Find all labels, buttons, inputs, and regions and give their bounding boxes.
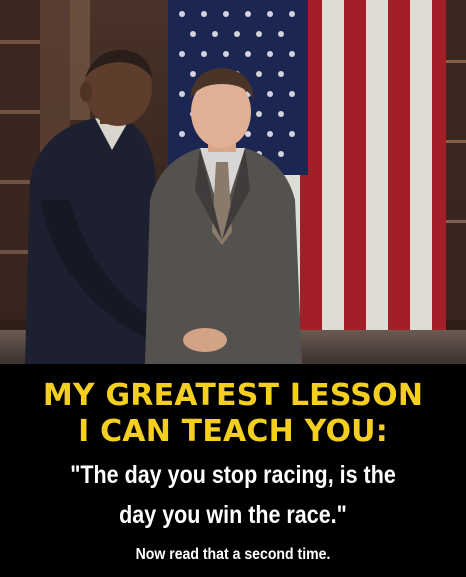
quote-line-1: "The day you stop racing, is the (70, 461, 396, 489)
photo-illustration (0, 0, 466, 364)
caption-panel: MY GREATEST LESSON I CAN TEACH YOU: "The… (0, 364, 466, 577)
photo (0, 0, 466, 364)
headline-line-1: MY GREATEST LESSON (42, 378, 424, 413)
right-shelving (445, 0, 466, 320)
post-card: MY GREATEST LESSON I CAN TEACH YOU: "The… (0, 0, 466, 577)
quote-line-2: day you win the race." (119, 501, 347, 529)
headline-line-2: I CAN TEACH YOU: (78, 414, 388, 449)
footer-text: Now read that a second time. (135, 546, 331, 563)
